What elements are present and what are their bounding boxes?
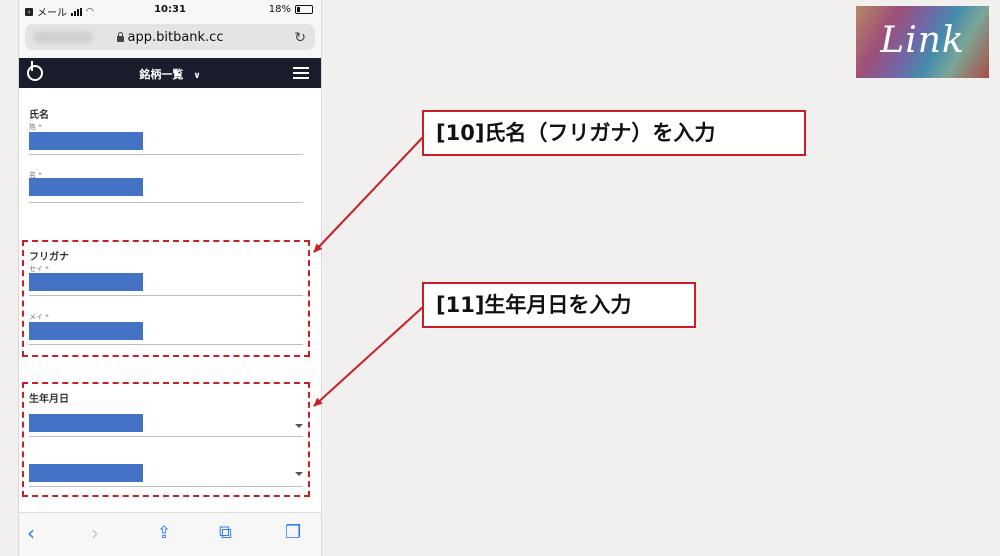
status-right: 18%	[269, 4, 313, 15]
hamburger-menu-icon[interactable]	[293, 67, 309, 79]
reload-icon[interactable]: ↻	[294, 30, 306, 46]
arrow-to-kana	[313, 135, 425, 253]
last-name-input[interactable]	[29, 132, 143, 150]
battery-percent: 18%	[268, 4, 291, 15]
arrow-to-birthdate	[313, 305, 425, 407]
link-brand-logo: Link	[856, 6, 989, 78]
lock-icon	[116, 32, 124, 42]
symbol-list-dropdown[interactable]: 銘柄一覧 ∨	[19, 66, 321, 82]
callout-birthdate: [11]生年月日を入力	[422, 282, 696, 328]
callout-kana: [10]氏名（フリガナ）を入力	[422, 110, 806, 156]
kana-highlight-box	[22, 240, 310, 357]
tabs-icon[interactable]: ❐	[285, 522, 301, 544]
back-icon[interactable]: ‹	[27, 522, 35, 544]
logo-text: Link	[880, 20, 965, 61]
url-text: app.bitbank.cc	[127, 29, 224, 45]
name-section-title: 氏名	[29, 110, 49, 121]
first-name-underline	[29, 202, 303, 203]
last-name-underline	[29, 154, 303, 155]
last-name-label: 姓 *	[29, 123, 42, 131]
url-bar[interactable]: app.bitbank.cc ↻	[25, 24, 315, 50]
forward-icon[interactable]: ›	[91, 522, 99, 544]
first-name-input[interactable]	[29, 178, 143, 196]
app-header: 銘柄一覧 ∨	[19, 58, 321, 88]
blurred-region	[33, 31, 93, 43]
status-bar: ‹ メール ◠ 10:31 18%	[19, 0, 321, 20]
browser-toolbar: ‹ › ⇪ ⧉ ❐	[19, 512, 321, 556]
bookmarks-icon[interactable]: ⧉	[219, 522, 232, 544]
birthdate-highlight-box	[22, 382, 310, 497]
chevron-down-icon: ∨	[193, 71, 201, 81]
browser-url-area: app.bitbank.cc ↻	[19, 20, 321, 58]
battery-fill	[297, 7, 300, 12]
nav-title-text: 銘柄一覧	[139, 68, 184, 81]
battery-icon	[295, 5, 313, 14]
share-icon[interactable]: ⇪	[157, 522, 171, 544]
